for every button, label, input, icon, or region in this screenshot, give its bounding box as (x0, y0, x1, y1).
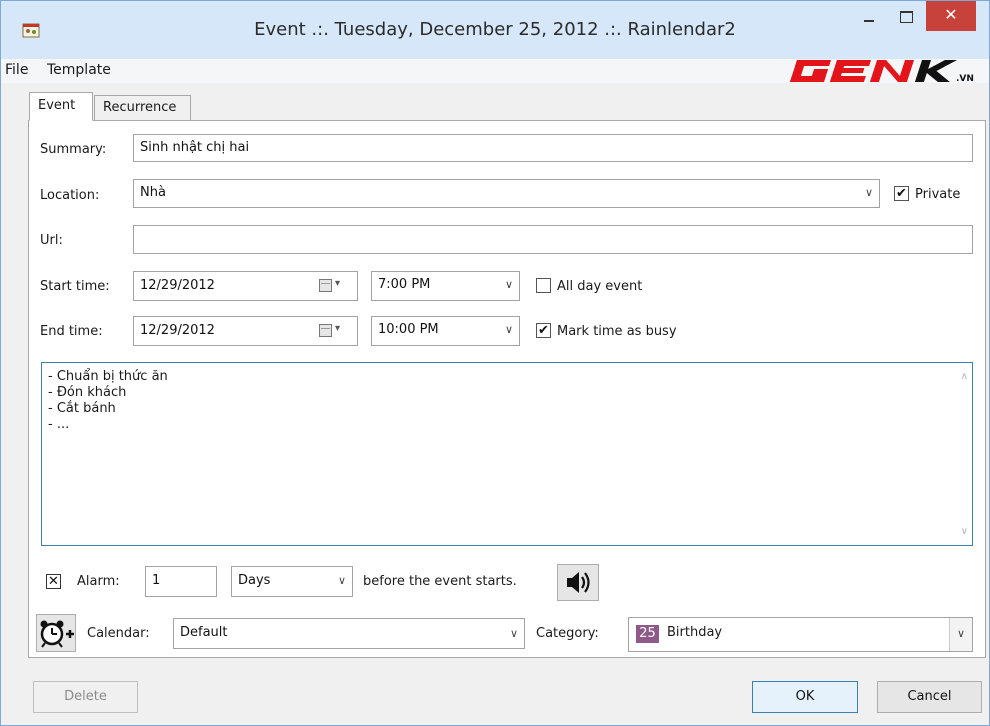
start-date-picker-button[interactable]: ▾ (319, 277, 347, 295)
url-label: Url: (40, 233, 63, 248)
cancel-button[interactable]: Cancel (877, 681, 982, 713)
alarm-clock-add-icon (40, 620, 74, 648)
close-button[interactable]: ✕ (926, 1, 976, 31)
scroll-up-icon[interactable]: ∧ (961, 371, 968, 382)
delete-button[interactable]: Delete (33, 681, 138, 713)
scroll-down-icon[interactable]: ∨ (961, 526, 968, 537)
end-time-label: End time: (40, 324, 103, 339)
alarm-unit-combo[interactable]: Days ∨ (231, 566, 353, 597)
sound-button[interactable] (557, 564, 599, 601)
private-label: Private (915, 187, 961, 202)
alarm-suffix-label: before the event starts. (363, 574, 517, 589)
start-time-combo[interactable]: 7:00 PM ∨ (371, 271, 520, 301)
start-time-label: Start time: (40, 279, 110, 294)
notes-line: - ... (48, 417, 70, 432)
url-input[interactable] (133, 225, 973, 254)
busy-label: Mark time as busy (557, 324, 677, 339)
location-label: Location: (40, 188, 100, 203)
speaker-icon (567, 572, 590, 593)
end-time-combo[interactable]: 10:00 PM ∨ (371, 316, 520, 346)
alarm-checkbox[interactable]: ✕ (46, 574, 61, 589)
tab-event[interactable]: Event (29, 92, 93, 121)
chevron-down-icon[interactable]: ∨ (949, 618, 972, 651)
calendar-value: Default (180, 625, 228, 640)
dropdown-arrow-icon: ▾ (335, 323, 341, 334)
busy-checkbox[interactable]: ✔ (536, 323, 551, 338)
end-date-value: 12/29/2012 (140, 323, 215, 338)
category-label: Category: (536, 626, 599, 641)
alarm-value-input[interactable]: 1 (145, 566, 217, 597)
chevron-down-icon[interactable]: ∨ (505, 323, 513, 336)
maximize-button[interactable] (889, 1, 923, 31)
notes-textarea[interactable]: - Chuẩn bị thức ăn - Đón khách - Cắt bán… (41, 362, 973, 546)
end-date-picker-button[interactable]: ▾ (319, 322, 347, 340)
svg-text:.VN: .VN (956, 74, 974, 84)
calendar-icon (319, 279, 332, 292)
notes-scrollbar[interactable]: ∧ ∨ (955, 363, 972, 545)
alarm-label: Alarm: (77, 574, 120, 589)
private-checkbox[interactable]: ✔ (894, 186, 909, 201)
all-day-label: All day event (557, 279, 643, 294)
all-day-checkbox[interactable] (536, 278, 551, 293)
ok-button[interactable]: OK (752, 681, 858, 713)
title-bar[interactable]: Event .:. Tuesday, December 25, 2012 .:.… (1, 1, 989, 59)
event-dialog: Event .:. Tuesday, December 25, 2012 .:.… (0, 0, 990, 726)
alarm-unit-value: Days (238, 573, 271, 588)
calendar-label: Calendar: (87, 626, 150, 641)
chevron-down-icon[interactable]: ∨ (865, 186, 873, 199)
genk-logo: .VN (789, 60, 974, 84)
dropdown-arrow-icon: ▾ (335, 278, 341, 289)
notes-line: - Đón khách (48, 385, 127, 400)
menu-file[interactable]: File (5, 62, 28, 78)
menu-template[interactable]: Template (47, 62, 111, 78)
chevron-down-icon[interactable]: ∨ (510, 627, 518, 640)
location-value: Nhà (140, 185, 166, 200)
calendar-combo[interactable]: Default ∨ (173, 618, 525, 649)
tab-recurrence[interactable]: Recurrence (94, 95, 191, 121)
chevron-down-icon[interactable]: ∨ (338, 574, 346, 587)
minimize-button[interactable] (851, 1, 887, 31)
category-color-swatch: 25 (636, 625, 659, 643)
summary-label: Summary: (40, 142, 107, 157)
calendar-icon (319, 324, 332, 337)
end-time-value: 10:00 PM (378, 322, 439, 337)
chevron-down-icon[interactable]: ∨ (505, 278, 513, 291)
summary-input[interactable]: Sinh nhật chị hai (133, 134, 973, 162)
add-alarm-button[interactable] (36, 614, 76, 652)
notes-line: - Chuẩn bị thức ăn (48, 369, 168, 384)
notes-line: - Cắt bánh (48, 401, 116, 416)
start-date-value: 12/29/2012 (140, 278, 215, 293)
start-time-value: 7:00 PM (378, 277, 431, 292)
window-title: Event .:. Tuesday, December 25, 2012 .:.… (254, 19, 736, 40)
location-combo[interactable]: Nhà ∨ (133, 179, 880, 208)
category-value: Birthday (667, 625, 723, 640)
